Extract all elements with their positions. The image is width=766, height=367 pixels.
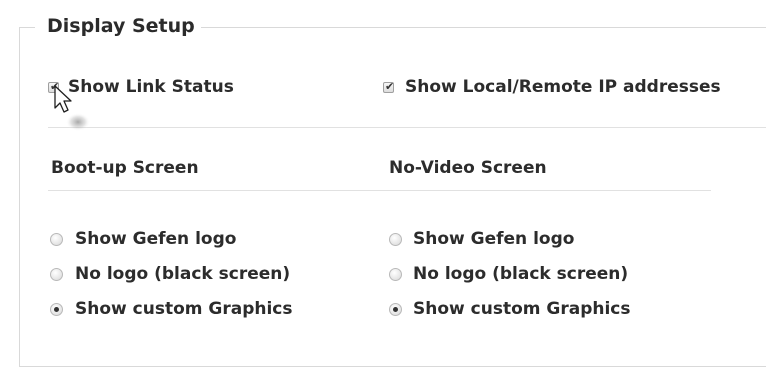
divider-top [48, 127, 766, 128]
no-video-custom-graphics-label: Show custom Graphics [413, 299, 631, 319]
boot-up-option-custom-graphics[interactable]: Show custom Graphics [50, 299, 350, 321]
boot-up-gefen-logo-label: Show Gefen logo [75, 229, 237, 249]
checkmark-icon: ✔ [385, 80, 395, 93]
boot-up-no-logo-radio[interactable] [50, 268, 63, 281]
show-ip-addresses-label: Show Local/Remote IP addresses [405, 77, 721, 97]
no-video-gefen-logo-label: Show Gefen logo [413, 229, 575, 249]
boot-up-heading: Boot-up Screen [51, 158, 199, 178]
divider-headings [48, 190, 711, 191]
boot-up-option-no-logo[interactable]: No logo (black screen) [50, 264, 350, 286]
boot-up-gefen-logo-radio[interactable] [50, 233, 63, 246]
show-link-status-option[interactable]: ✔ Show Link Status [48, 77, 348, 101]
boot-up-custom-graphics-label: Show custom Graphics [75, 299, 293, 319]
checkmark-icon: ✔ [50, 80, 60, 93]
show-link-status-label: Show Link Status [68, 77, 234, 97]
show-link-status-checkbox[interactable]: ✔ [48, 80, 60, 93]
no-video-custom-graphics-radio[interactable] [389, 303, 402, 316]
show-ip-addresses-option[interactable]: ✔ Show Local/Remote IP addresses [383, 77, 753, 101]
show-ip-addresses-checkbox[interactable]: ✔ [383, 80, 395, 93]
no-video-heading: No-Video Screen [389, 158, 547, 178]
no-video-option-custom-graphics[interactable]: Show custom Graphics [389, 299, 689, 321]
no-video-option-gefen-logo[interactable]: Show Gefen logo [389, 229, 669, 251]
no-video-no-logo-label: No logo (black screen) [413, 264, 629, 284]
section-title: Display Setup [35, 13, 201, 39]
no-video-no-logo-radio[interactable] [389, 268, 402, 281]
boot-up-custom-graphics-radio[interactable] [50, 303, 63, 316]
no-video-gefen-logo-radio[interactable] [389, 233, 402, 246]
boot-up-no-logo-label: No logo (black screen) [75, 264, 291, 284]
boot-up-option-gefen-logo[interactable]: Show Gefen logo [50, 229, 330, 251]
no-video-option-no-logo[interactable]: No logo (black screen) [389, 264, 689, 286]
